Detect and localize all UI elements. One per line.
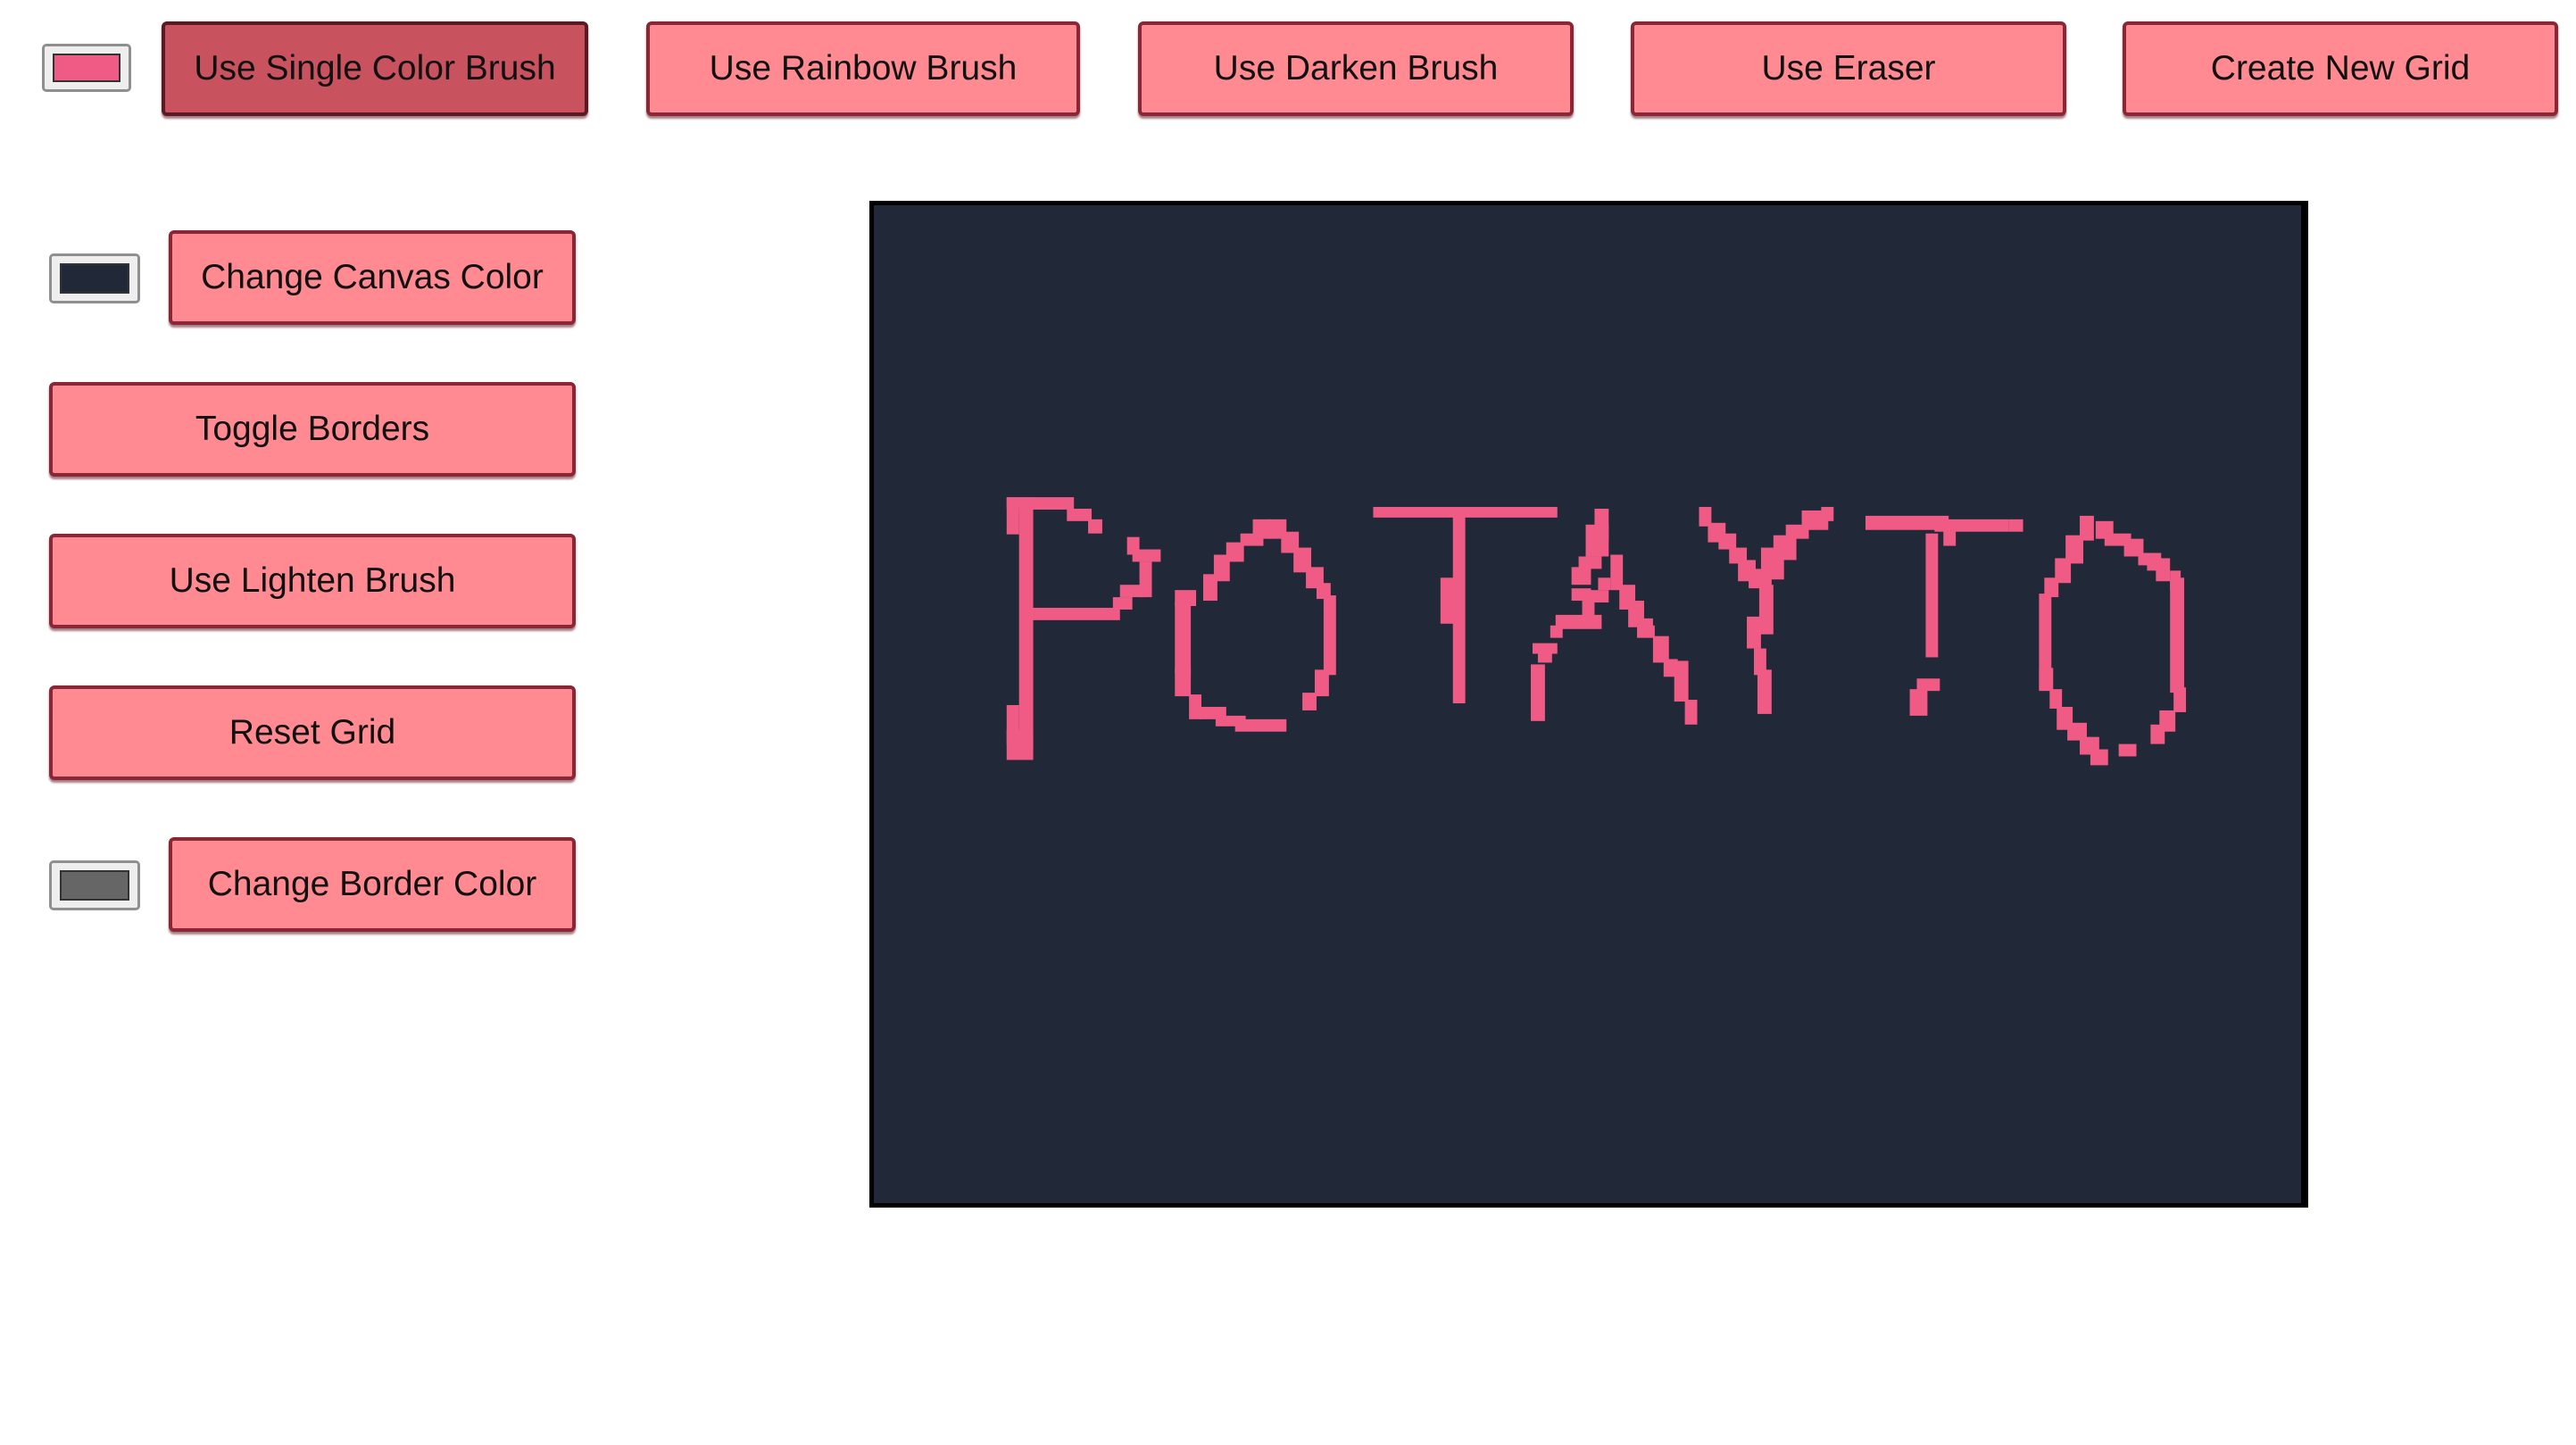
grid-cell[interactable] — [1314, 669, 1329, 697]
grid-cell[interactable] — [1112, 597, 1133, 610]
grid-cell[interactable] — [2170, 577, 2185, 693]
grid-cell[interactable] — [2008, 519, 2023, 532]
grid-cell[interactable] — [1537, 650, 1552, 663]
grid-cell[interactable] — [1571, 567, 1591, 585]
grid-cell[interactable] — [2039, 668, 2054, 692]
letter-a-stroke — [1531, 508, 1698, 725]
letter-o2-stroke — [2039, 515, 2187, 766]
grid-cell[interactable] — [1684, 700, 1698, 725]
grid-cell[interactable] — [1821, 506, 1834, 521]
grid-cell[interactable] — [1641, 618, 1653, 631]
letter-t1-stroke — [1373, 506, 1558, 704]
change-border-color-button[interactable]: Change Border Color — [169, 837, 576, 932]
grid-cell[interactable] — [1018, 503, 1034, 753]
brush-color-fill — [53, 54, 120, 82]
grid-cell[interactable] — [1758, 585, 1774, 635]
grid-cell[interactable] — [1757, 669, 1772, 714]
grid-cell[interactable] — [1747, 616, 1761, 649]
darken-brush-button[interactable]: Use Darken Brush — [1138, 21, 1574, 116]
grid-cell[interactable] — [1610, 554, 1624, 591]
grid-cell[interactable] — [1578, 556, 1602, 569]
grid-cell[interactable] — [2049, 689, 2063, 709]
grid-cell[interactable] — [1585, 524, 1609, 557]
grid-cell[interactable] — [2090, 749, 2108, 766]
etch-a-sketch-app: Use Single Color Brush Use Rainbow Brush… — [0, 0, 2576, 1445]
toggle-borders-button[interactable]: Toggle Borders — [49, 382, 576, 477]
grid-cell[interactable] — [1598, 577, 1611, 591]
letter-t2-stroke — [1865, 515, 2023, 716]
grid-cell[interactable] — [1452, 510, 1466, 704]
grid-cell[interactable] — [2150, 724, 2165, 744]
letter-o1-stroke — [1175, 519, 1336, 732]
grid-cell[interactable] — [1175, 602, 1192, 674]
grid-cell[interactable] — [1550, 625, 1563, 638]
grid-cell[interactable] — [1718, 533, 1737, 550]
grid-cell[interactable] — [1773, 535, 1797, 561]
grid-cell[interactable] — [1531, 664, 1545, 721]
border-color-picker[interactable] — [49, 860, 140, 910]
grid-cell[interactable] — [1119, 585, 1145, 598]
grid-cell[interactable] — [2118, 743, 2137, 757]
letter-p-stroke — [1006, 497, 1161, 760]
change-canvas-color-button[interactable]: Change Canvas Color — [169, 230, 576, 325]
grid-cell[interactable] — [1909, 689, 1928, 716]
eraser-button[interactable]: Use Eraser — [1631, 21, 2066, 116]
grid-cell[interactable] — [1175, 668, 1192, 697]
canvas-color-fill — [60, 263, 129, 294]
painted-pixels — [1006, 497, 2187, 766]
grid-cell[interactable] — [1088, 519, 1102, 534]
grid-cell[interactable] — [1674, 660, 1689, 702]
grid-cell[interactable] — [1925, 533, 1939, 658]
grid-cell[interactable] — [1006, 729, 1034, 760]
border-color-fill — [60, 870, 129, 901]
brush-color-picker[interactable] — [42, 44, 131, 92]
reset-grid-button[interactable]: Reset Grid — [49, 685, 576, 780]
letter-y-stroke — [1699, 506, 1834, 714]
lighten-brush-button[interactable]: Use Lighten Brush — [49, 534, 576, 628]
grid-cell[interactable] — [1126, 536, 1140, 555]
grid-cell[interactable] — [1234, 718, 1287, 732]
grid-cell[interactable] — [1189, 694, 1202, 719]
rainbow-brush-button[interactable]: Use Rainbow Brush — [646, 21, 1080, 116]
grid-cell[interactable] — [1943, 527, 1957, 546]
grid-cell[interactable] — [2173, 687, 2187, 712]
single-color-brush-button[interactable]: Use Single Color Brush — [162, 21, 588, 116]
grid-cell[interactable] — [1916, 678, 1940, 692]
grid-cell[interactable] — [1587, 590, 1609, 603]
canvas-color-picker[interactable] — [49, 253, 140, 303]
grid-cell[interactable] — [1440, 577, 1455, 624]
drawing-grid[interactable] — [869, 201, 2308, 1208]
grid-cell[interactable] — [2156, 558, 2171, 582]
grid-cell[interactable] — [1031, 607, 1120, 620]
grid-cell[interactable] — [1067, 508, 1093, 521]
grid-cell[interactable] — [1203, 574, 1217, 602]
grid-cell[interactable] — [1323, 595, 1336, 676]
grid-cell[interactable] — [1302, 693, 1317, 710]
grid-cell[interactable] — [1652, 635, 1669, 663]
create-new-grid-button[interactable]: Create New Grid — [2123, 21, 2558, 116]
